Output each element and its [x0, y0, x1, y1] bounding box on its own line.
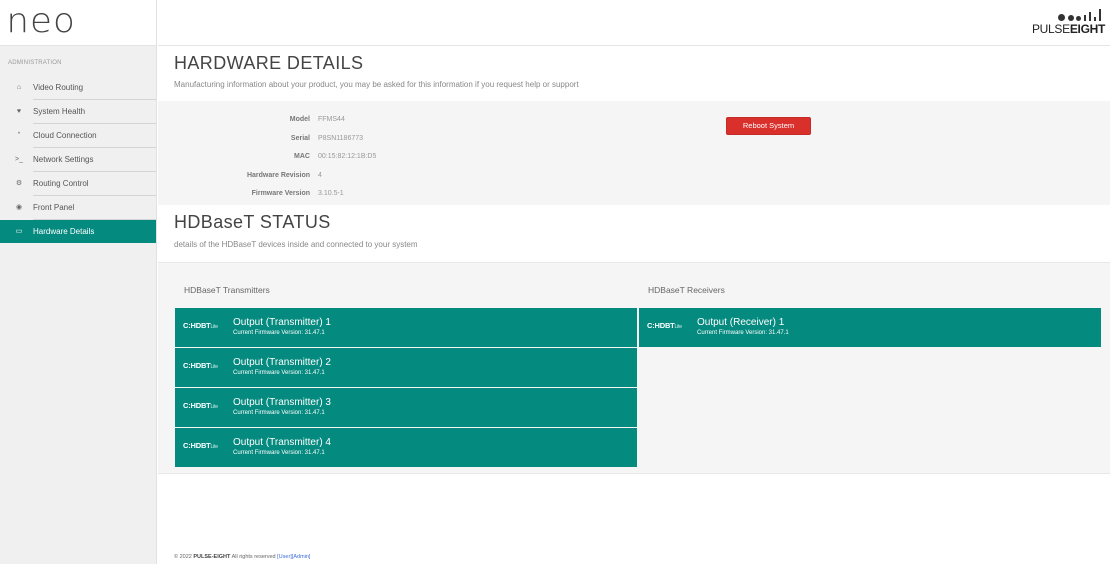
info-value: 3.10.5-1 [318, 190, 344, 197]
hardware-info-row: Serial P8SN1186773 [158, 133, 518, 145]
info-key: MAC [294, 153, 310, 160]
user-link[interactable]: [User] [277, 554, 292, 560]
hdbaset-panel: HDBaseT Transmitters HDBaseT Receivers C… [158, 262, 1110, 474]
info-value: 00:15:82:12:1B:D5 [318, 153, 377, 160]
top-bar: PULSEEIGHT [158, 0, 1110, 46]
info-value: P8SN1186773 [318, 134, 364, 142]
info-key: Firmware Version [251, 190, 310, 197]
receivers-heading: HDBaseT Receivers [648, 285, 725, 295]
nav-list: ⌂ Video Routing ♥ System Health ʺ Cloud Conne… [0, 76, 156, 243]
sidebar-item-label: System Health [33, 107, 86, 116]
sidebar-item-front-panel[interactable]: ◉ Front Panel [0, 196, 156, 219]
sidebar-item-system-health[interactable]: ♥ System Health [0, 100, 156, 123]
receiver-name: Output (Receiver) 1 [697, 317, 785, 328]
hardware-info-row: Model FFMS44 [158, 114, 518, 126]
pulse-eight-wordmark: PULSEEIGHT [1031, 22, 1105, 36]
sidebar-item-label: Cloud Connection [33, 131, 97, 140]
terminal-icon: >_ [15, 156, 23, 163]
transmitter-name: Output (Transmitter) 1 [233, 317, 331, 328]
hdd-icon: ▭ [15, 228, 23, 235]
hdbaset-logo-icon: C:HDBTLite [183, 361, 218, 370]
target-icon: ◉ [15, 204, 23, 211]
pulse-eight-logo: PULSEEIGHT [1031, 9, 1105, 39]
logo-area: neo [0, 0, 156, 46]
transmitter-firmware: Current Firmware Version: 31.47.1 [233, 450, 325, 456]
info-key: Serial [290, 134, 310, 142]
reboot-system-button[interactable]: Reboot System [726, 117, 811, 135]
hardware-info-row: Hardware Revision 4 [158, 170, 518, 182]
sidebar-item-label: Front Panel [33, 203, 75, 212]
transmitters-heading: HDBaseT Transmitters [184, 285, 270, 295]
info-value: FFMS44 [318, 116, 345, 123]
info-key: Hardware Revision [246, 171, 310, 179]
receiver-card[interactable]: C:HDBTLite Output (Receiver) 1 Current Fir… [639, 308, 1101, 347]
footer: © 2022 PULSE-EIGHT All rights reserved [… [174, 554, 311, 560]
sidebar-item-network-settings[interactable]: >_ Network Settings [0, 148, 156, 171]
neo-logo[interactable]: neo [6, 1, 76, 41]
hardware-details-panel: Model FFMS44 Serial P8SN1186773 MAC 00:15:82:… [158, 101, 1110, 205]
sidebar-item-label: Network Settings [33, 155, 94, 164]
hardware-info-row: MAC 00:15:82:12:1B:D5 [158, 151, 518, 163]
receiver-firmware: Current Firmware Version: 31.47.1 [697, 330, 789, 336]
transmitter-name: Output (Transmitter) 3 [233, 397, 331, 408]
main-content: HARDWARE DETAILS Manufacturing informati… [158, 46, 1110, 564]
heart-icon: ♥ [16, 108, 22, 115]
hdbaset-logo-icon: C:HDBTLite [183, 401, 218, 410]
info-key: Model [289, 116, 310, 123]
hardware-details-title: HARDWARE DETAILS [174, 53, 364, 73]
transmitter-card[interactable]: C:HDBTLite Output (Transmitter) 4 Current … [175, 428, 637, 467]
transmitter-card[interactable]: C:HDBTLite Output (Transmitter) 3 Current … [175, 388, 637, 427]
transmitter-name: Output (Transmitter) 2 [233, 357, 331, 368]
transmitter-card[interactable]: C:HDBTLite Output (Transmitter) 1 Current … [175, 308, 637, 347]
home-icon: ⌂ [16, 84, 22, 91]
sidebar-item-hardware-details[interactable]: ▭ Hardware Details [0, 220, 156, 243]
sidebar-item-cloud-connection[interactable]: ʺ Cloud Connection [0, 124, 156, 147]
sidebar-item-label: Hardware Details [33, 227, 95, 236]
admin-link[interactable]: [Admin] [292, 554, 311, 560]
transmitter-name: Output (Transmitter) 4 [233, 437, 331, 448]
hdbaset-status-subtitle: details of the HDBaseT devices inside an… [174, 240, 418, 249]
hardware-details-subtitle: Manufacturing information about your pro… [174, 80, 579, 89]
hdbaset-status-title: HDBaseT STATUS [174, 212, 331, 232]
wifi-icon: ʺ [17, 132, 21, 139]
pulse-eight-logo-mark [1058, 9, 1101, 21]
transmitter-firmware: Current Firmware Version: 31.47.1 [233, 410, 325, 416]
sidebar-item-label: Video Routing [33, 83, 84, 92]
hdbaset-logo-icon: C:HDBTLite [183, 441, 218, 450]
gears-icon: ⚙ [15, 180, 23, 187]
hardware-info-row: Firmware Version 3.10.5-1 [158, 188, 518, 200]
transmitter-firmware: Current Firmware Version: 31.47.1 [233, 330, 325, 336]
sidebar-item-routing-control[interactable]: ⚙ Routing Control [0, 172, 156, 195]
transmitter-card[interactable]: C:HDBTLite Output (Transmitter) 2 Current … [175, 348, 637, 387]
hdbaset-logo-icon: C:HDBTLite [647, 321, 682, 330]
info-value: 4 [318, 171, 322, 179]
sidebar-item-label: Routing Control [33, 179, 89, 188]
sidebar: neo ADMINISTRATION ⌂ Video Routing ♥ System… [0, 0, 157, 564]
hdbaset-logo-icon: C:HDBTLite [183, 321, 218, 330]
transmitter-firmware: Current Firmware Version: 31.47.1 [233, 370, 325, 376]
sidebar-item-video-routing[interactable]: ⌂ Video Routing [0, 76, 156, 99]
nav-section-label: ADMINISTRATION [8, 60, 62, 66]
